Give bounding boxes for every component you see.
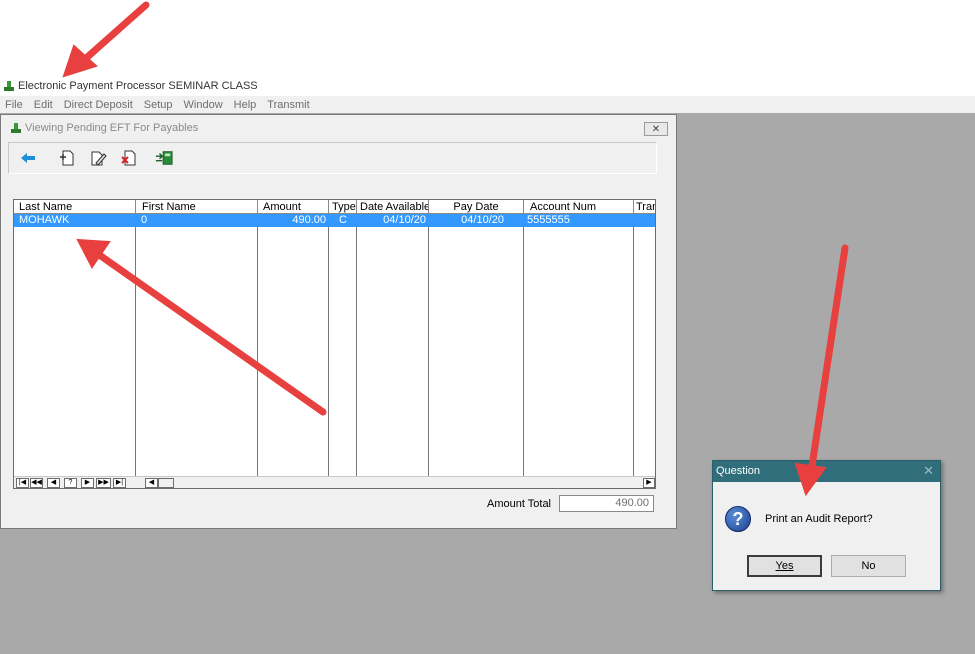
col-type[interactable]: Type [329, 200, 357, 214]
window-icon [11, 123, 21, 133]
dialog-title: Question [713, 461, 940, 482]
col-date-available[interactable]: Date Available [357, 200, 429, 214]
col-divider [328, 214, 329, 476]
menu-transmit[interactable]: Transmit [261, 99, 314, 111]
col-amount[interactable]: Amount [258, 200, 329, 214]
eft-grid: Last Name First Name Amount Type Date Av… [13, 199, 656, 489]
app-title: Electronic Payment Processor SEMINAR CLA… [4, 78, 258, 94]
nav-next-button[interactable]: ▶ [81, 478, 94, 488]
col-divider [428, 214, 429, 476]
nav-prev-button[interactable]: ◀ [47, 478, 60, 488]
menu-edit[interactable]: Edit [28, 99, 58, 111]
toolbar [8, 142, 657, 174]
nav-next-page-button[interactable]: ▶▶ [96, 478, 111, 488]
col-pay-date[interactable]: Pay Date [429, 200, 524, 214]
col-tran[interactable]: Tran [634, 200, 655, 214]
no-button[interactable]: No [831, 555, 906, 577]
child-window-title: Viewing Pending EFT For Payables [25, 122, 199, 134]
back-arrow-icon[interactable] [19, 149, 37, 167]
scroll-right-button[interactable]: ▶ [643, 478, 655, 488]
menu-file[interactable]: File [0, 99, 28, 111]
cell-amount: 490.00 [292, 214, 326, 226]
child-close-button[interactable]: ✕ [644, 122, 668, 136]
menu-direct-deposit[interactable]: Direct Deposit [58, 99, 138, 111]
menu-setup[interactable]: Setup [138, 99, 178, 111]
col-divider [633, 214, 634, 476]
transmit-icon[interactable] [155, 149, 173, 167]
app-title-text: Electronic Payment Processor SEMINAR CLA… [18, 80, 258, 92]
col-divider [257, 214, 258, 476]
menubar: File Edit Direct Deposit Setup Window He… [0, 96, 975, 113]
amount-total-label: Amount Total [487, 498, 552, 510]
menu-window[interactable]: Window [178, 99, 228, 111]
cell-first-name: 0 [141, 214, 148, 226]
col-last-name[interactable]: Last Name [14, 200, 136, 214]
col-first-name[interactable]: First Name [136, 200, 258, 214]
arrow-to-title [80, 1, 150, 64]
menu-help[interactable]: Help [228, 99, 262, 111]
dialog-close-icon[interactable]: ✕ [923, 464, 934, 478]
question-icon: ? [725, 506, 751, 532]
child-title-bar: Viewing Pending EFT For Payables [1, 115, 676, 141]
cell-pay-date: 04/10/20 [461, 214, 504, 226]
add-document-icon[interactable] [58, 149, 76, 167]
table-row[interactable]: MOHAWK 0 490.00 C 04/10/20 04/10/20 5555… [14, 214, 655, 227]
delete-document-icon[interactable] [120, 149, 138, 167]
arrow-to-title-head [62, 44, 98, 78]
col-account-num[interactable]: Account Num [524, 200, 634, 214]
horizontal-scrollbar-thumb[interactable] [158, 478, 174, 488]
scroll-left-button[interactable]: ◀ [145, 478, 158, 488]
nav-first-button[interactable]: |◀ [16, 478, 29, 488]
nav-last-button[interactable]: ▶| [113, 478, 126, 488]
pending-eft-window: Viewing Pending EFT For Payables ✕ Last … [0, 114, 677, 529]
col-divider [135, 214, 136, 476]
col-divider [356, 214, 357, 476]
app-icon [4, 81, 14, 91]
cell-last-name: MOHAWK [19, 214, 70, 226]
amount-total-field: 490.00 [559, 495, 654, 512]
yes-button[interactable]: Yes [747, 555, 822, 577]
cell-tran [636, 214, 654, 227]
close-icon: ✕ [651, 123, 661, 135]
grid-navigation-bar: |◀ ◀◀ ◀ ? ▶ ▶▶ ▶| ◀ ▶ [14, 476, 655, 488]
dialog-message: Print an Audit Report? [765, 513, 873, 525]
col-divider [523, 214, 524, 476]
nav-help-button[interactable]: ? [64, 478, 77, 488]
cell-date-available: 04/10/20 [383, 214, 426, 226]
question-dialog: Question ✕ ? Print an Audit Report? Yes … [712, 460, 941, 591]
yes-button-label: Yes [775, 560, 794, 572]
edit-document-icon[interactable] [89, 149, 107, 167]
nav-prev-page-button[interactable]: ◀◀ [30, 478, 43, 488]
cell-account-num: 5555555 [527, 214, 570, 226]
cell-type: C [339, 214, 347, 226]
